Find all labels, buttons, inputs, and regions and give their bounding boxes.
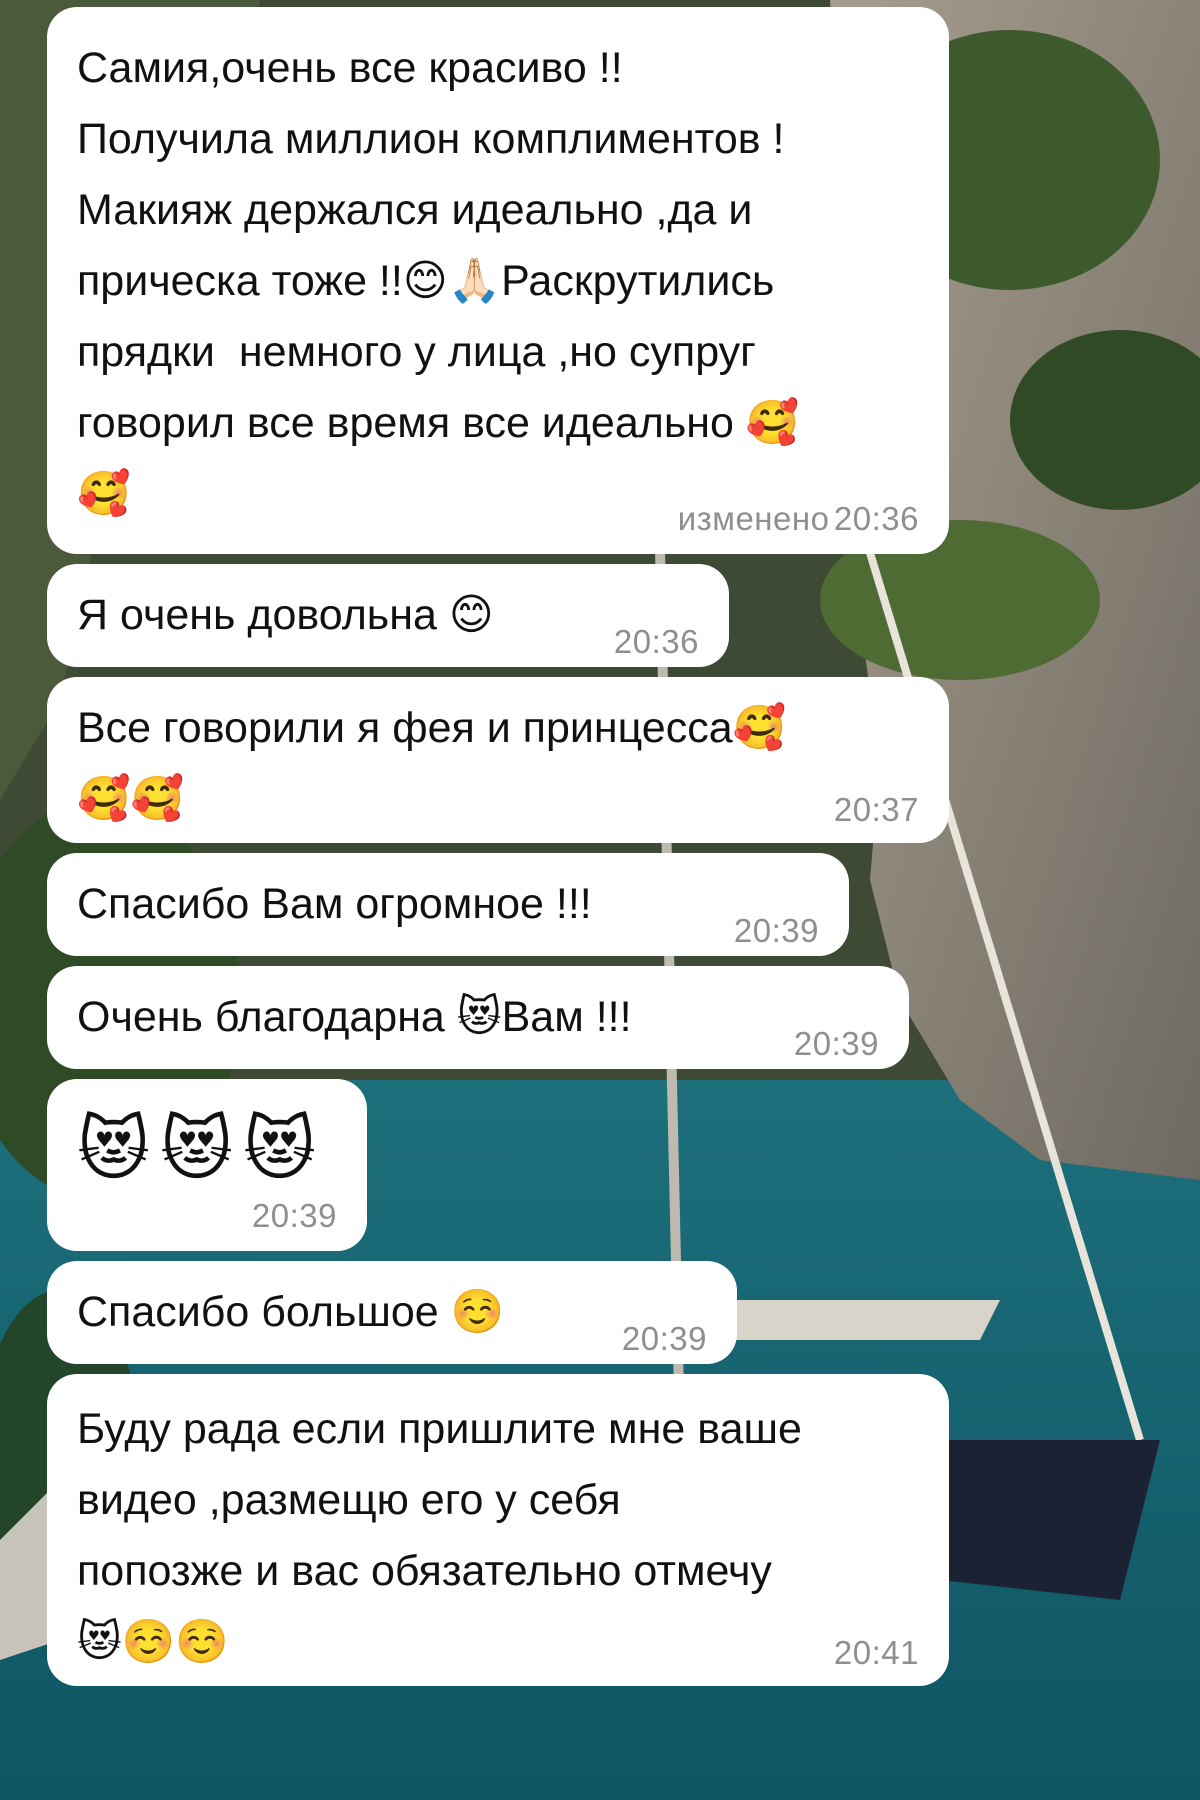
message-time: 20:39 [621,1320,707,1357]
message-text: Спасибо большое ☺️ [77,1288,505,1336]
message-bubble[interactable]: Очень благодарна 😻Вам !!! 20:39 [47,966,909,1069]
message-time: 20:37 [833,791,919,828]
message-time: 20:36 [833,500,919,537]
message-emoji: 😻😻😻 [77,1110,326,1188]
message-row: Я очень довольна 😊 20:36 [77,580,699,660]
message-bubble[interactable]: Все говорили я фея и принцесса🥰 🥰🥰 20:37 [47,677,949,843]
message-meta: 20:37 [77,791,919,829]
message-time: 20:39 [793,1025,879,1062]
message-time: 20:41 [833,1634,919,1671]
message-row: Спасибо Вам огромное !!! 20:39 [77,869,819,949]
edited-label: изменено [677,500,830,537]
message-row: Очень благодарна 😻Вам !!! 20:39 [77,982,879,1062]
message-text: Я очень довольна 😊 [77,591,494,639]
message-list: Самия,очень все красиво !! Получила милл… [47,7,949,1686]
message-bubble[interactable]: Спасибо большое ☺️ 20:39 [47,1261,737,1364]
message-bubble[interactable]: Самия,очень все красиво !! Получила милл… [47,7,949,554]
message-time: 20:39 [733,912,819,949]
message-row: Спасибо большое ☺️ 20:39 [77,1277,707,1357]
message-text: Самия,очень все красиво !! Получила милл… [77,44,800,518]
message-text: Очень благодарна 😻Вам !!! [77,993,632,1041]
message-bubble[interactable]: Я очень довольна 😊 20:36 [47,564,729,667]
message-bubble[interactable]: Спасибо Вам огромное !!! 20:39 [47,853,849,956]
message-text: Спасибо Вам огромное !!! [77,880,592,928]
message-time: 20:36 [613,623,699,660]
message-meta: 20:39 [77,1197,337,1235]
message-bubble[interactable]: Буду рада если пришлите мне ваше видео ,… [47,1374,949,1686]
message-time: 20:39 [251,1197,337,1234]
message-meta: изменено 20:36 [77,500,919,538]
message-bubble[interactable]: 😻😻😻 20:39 [47,1079,367,1251]
